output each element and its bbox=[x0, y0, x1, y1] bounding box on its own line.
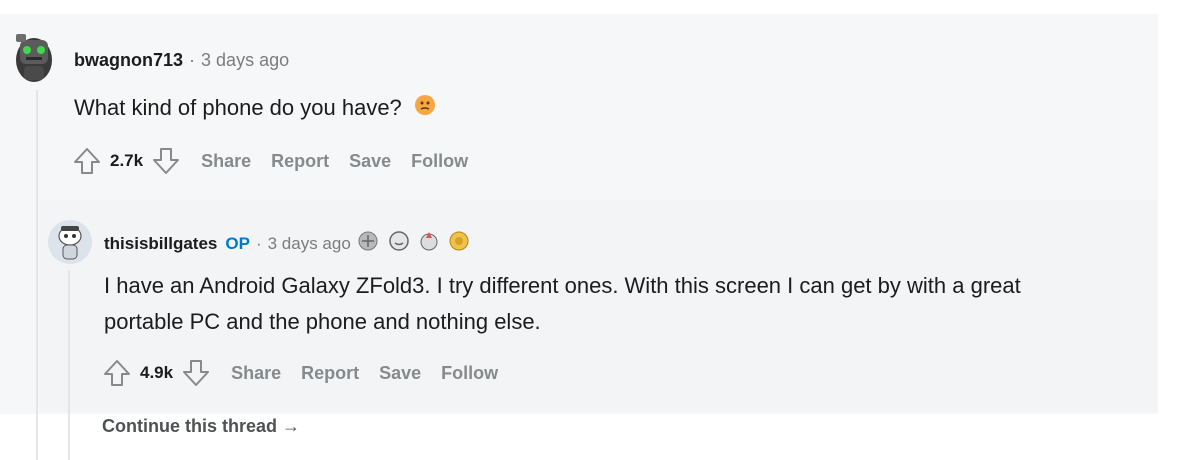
comment-body: What kind of phone do you have? bbox=[74, 90, 436, 127]
op-badge: OP bbox=[225, 233, 250, 253]
downvote-icon[interactable] bbox=[181, 358, 211, 388]
snoo-avatar-icon bbox=[48, 220, 92, 264]
separator-dot: · bbox=[255, 233, 262, 253]
continue-thread-link[interactable]: Continue this thread → bbox=[102, 416, 300, 437]
downvote-icon[interactable] bbox=[151, 146, 181, 176]
rocket-award-icon[interactable] bbox=[417, 230, 441, 257]
comment-text: What kind of phone do you have? bbox=[74, 95, 402, 120]
upvote-icon[interactable] bbox=[72, 146, 102, 176]
comment-meta: thisisbillgates OP · 3 days ago bbox=[104, 230, 477, 257]
share-button[interactable]: Share bbox=[201, 151, 251, 172]
save-button[interactable]: Save bbox=[379, 363, 421, 384]
helpful-award-icon[interactable] bbox=[357, 230, 381, 257]
gold-award-icon[interactable] bbox=[447, 230, 471, 257]
comment-text-line: I have an Android Galaxy ZFold3. I try d… bbox=[104, 273, 1021, 298]
robot-avatar-icon bbox=[16, 34, 52, 82]
thread-line-reply[interactable] bbox=[68, 270, 70, 460]
username[interactable]: thisisbillgates bbox=[104, 234, 217, 254]
vote-score: 4.9k bbox=[140, 363, 174, 382]
wholesome-award-icon[interactable] bbox=[387, 230, 411, 257]
timestamp[interactable]: 3 days ago bbox=[201, 50, 289, 71]
vote-score: 2.7k bbox=[110, 151, 144, 170]
timestamp[interactable]: 3 days ago bbox=[268, 234, 351, 254]
comment-body: I have an Android Galaxy ZFold3. I try d… bbox=[104, 268, 1021, 340]
share-button[interactable]: Share bbox=[231, 363, 281, 384]
comment-actions: 4.9k Share Report Save Follow bbox=[102, 358, 498, 388]
upvote-icon[interactable] bbox=[102, 358, 132, 388]
follow-button[interactable]: Follow bbox=[411, 151, 468, 172]
awards[interactable] bbox=[357, 230, 477, 257]
avatar[interactable] bbox=[12, 26, 56, 86]
report-button[interactable]: Report bbox=[271, 151, 329, 172]
separator-dot: · bbox=[189, 50, 196, 70]
avatar[interactable] bbox=[48, 220, 92, 264]
username[interactable]: bwagnon713 bbox=[74, 50, 183, 71]
comment-actions: 2.7k Share Report Save Follow bbox=[72, 146, 468, 176]
follow-button[interactable]: Follow bbox=[441, 363, 498, 384]
thinking-face-icon bbox=[414, 91, 436, 127]
comment-text-line: portable PC and the phone and nothing el… bbox=[104, 309, 541, 334]
thread-line-root[interactable] bbox=[36, 90, 38, 460]
save-button[interactable]: Save bbox=[349, 151, 391, 172]
report-button[interactable]: Report bbox=[301, 363, 359, 384]
comment-meta: bwagnon713 · 3 days ago bbox=[74, 50, 289, 71]
